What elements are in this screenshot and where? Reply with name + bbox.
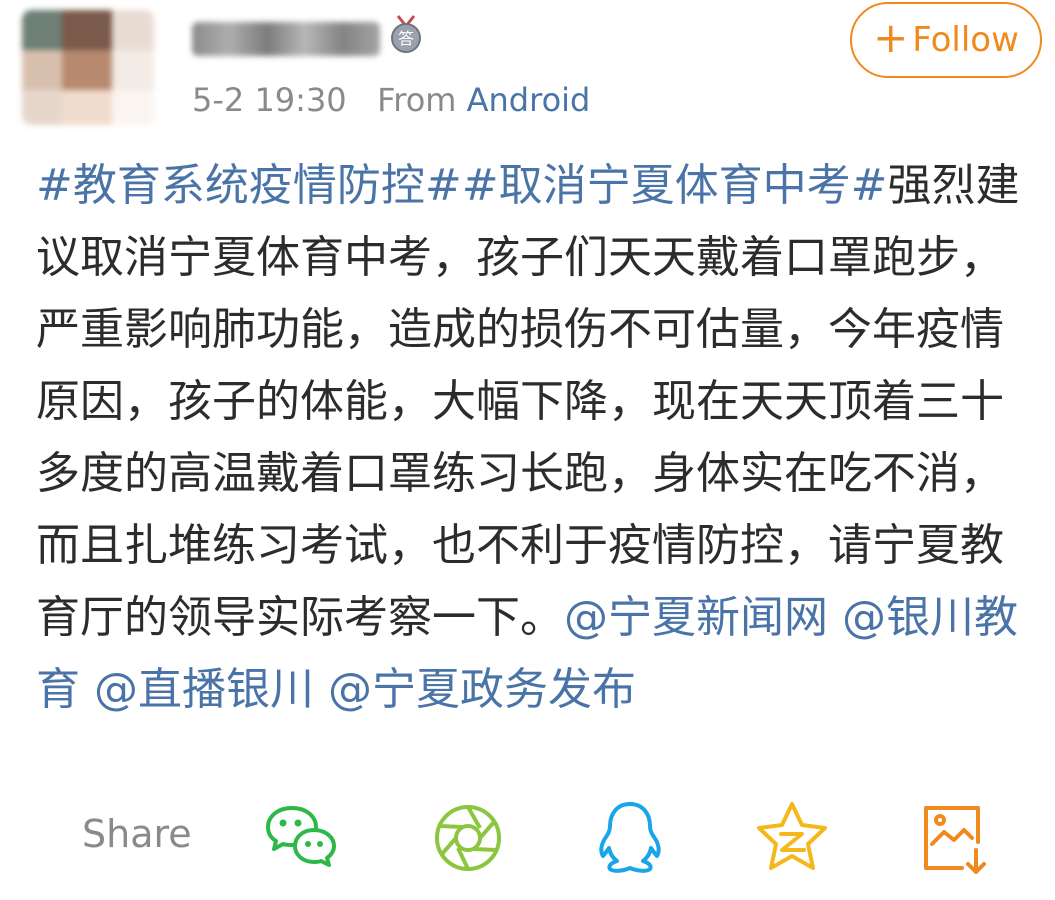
moments-icon[interactable]	[428, 798, 508, 878]
qzone-icon[interactable]	[752, 798, 832, 878]
post-timestamp: 5-2 19:30	[192, 81, 347, 119]
qq-icon[interactable]	[590, 798, 670, 878]
post-link[interactable]: #教育系统疫情防控##取消宁夏体育中考#	[36, 160, 887, 211]
share-bar: Share	[0, 790, 1055, 885]
post-link[interactable]: @宁夏新闻网	[564, 592, 828, 643]
post-text: 强烈建议取消宁夏体育中考，孩子们天天戴着口罩跑步，严重影响肺功能，造成的损伤不可…	[36, 160, 1020, 643]
follow-button[interactable]: + Follow	[850, 2, 1042, 78]
post-content: #教育系统疫情防控##取消宁夏体育中考#强烈建议取消宁夏体育中考，孩子们天天戴着…	[36, 150, 1036, 726]
wechat-icon[interactable]	[262, 798, 342, 878]
save-image-icon[interactable]	[918, 798, 998, 878]
username-blurred[interactable]	[192, 22, 380, 56]
share-label: Share	[82, 812, 192, 856]
answerer-medal-icon: 答	[391, 15, 421, 53]
post-source[interactable]: Android	[467, 81, 591, 119]
plus-icon: +	[873, 13, 909, 62]
from-label: From	[377, 81, 457, 119]
avatar[interactable]	[22, 10, 154, 125]
post-link[interactable]: @直播银川	[94, 664, 314, 715]
weibo-post: 答 5-2 19:30 From Android + Follow #教育系统疫…	[0, 0, 1055, 900]
post-text	[828, 592, 842, 643]
medal-label: 答	[398, 29, 414, 48]
post-link[interactable]: @宁夏政务发布	[328, 664, 636, 715]
follow-label: Follow	[912, 20, 1019, 60]
post-text	[314, 664, 328, 715]
post-meta: 5-2 19:30 From Android	[192, 78, 590, 122]
post-text	[80, 664, 94, 715]
